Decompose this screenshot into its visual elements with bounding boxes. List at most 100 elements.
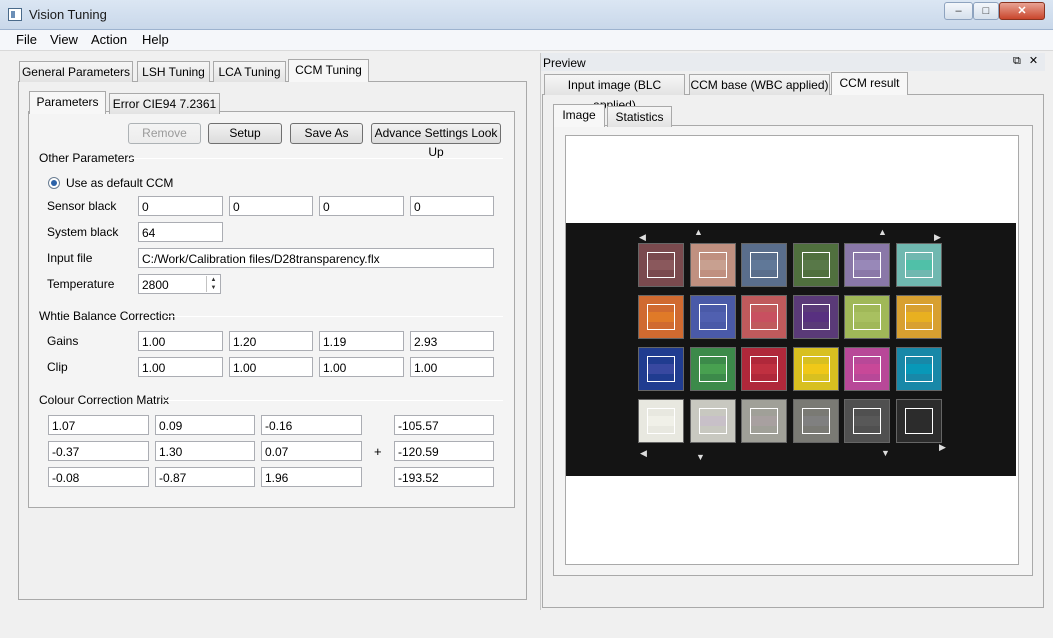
wb-title: Whtie Balance Correction [39, 309, 176, 323]
color-patch [689, 347, 736, 391]
ccm-cell[interactable]: -0.08 [48, 467, 149, 487]
patch-roi [853, 356, 881, 382]
patch-roi [853, 304, 881, 330]
triangle-marker-icon: ◀ [640, 448, 647, 458]
color-patch [638, 295, 684, 339]
patch-roi [853, 252, 881, 278]
triangle-marker-icon: ▼ [696, 452, 705, 462]
patch-roi [904, 304, 933, 330]
plus-sign: + [374, 444, 382, 459]
maximize-button[interactable]: □ [973, 2, 999, 20]
advance-settings-button[interactable]: Advance Settings Look Up [371, 123, 501, 159]
clip-field-2[interactable]: 1.00 [229, 357, 313, 377]
ccm-cell[interactable]: 0.07 [261, 441, 362, 461]
ccm-cell[interactable]: -0.37 [48, 441, 149, 461]
gain-field-3[interactable]: 1.19 [319, 331, 404, 351]
menu-action[interactable]: Action [91, 32, 127, 47]
spin-down-icon[interactable]: ▼ [207, 284, 220, 292]
preview-titlebar [541, 53, 1045, 71]
system-black-field[interactable]: 64 [138, 222, 223, 242]
sensor-black-field-2[interactable]: 0 [229, 196, 313, 216]
group-divider [130, 158, 503, 159]
ccm-offset[interactable]: -193.52 [394, 467, 494, 487]
menu-view[interactable]: View [50, 32, 78, 47]
patch-roi [698, 408, 727, 434]
triangle-marker-icon: ▲ [878, 227, 887, 237]
remove-button[interactable]: Remove [128, 123, 201, 144]
color-patch [741, 243, 787, 287]
clip-label: Clip [47, 360, 68, 374]
tab-image[interactable]: Image [553, 104, 605, 127]
ccm-cell[interactable]: 0.09 [155, 415, 255, 435]
group-divider [165, 316, 503, 317]
spin-up-icon[interactable]: ▲ [207, 276, 220, 284]
patch-roi [698, 356, 727, 382]
restore-icon[interactable]: ⧉ [1013, 55, 1021, 67]
ccm-title: Colour Correction Matrix [39, 393, 170, 407]
tab-ccm-tuning[interactable]: CCM Tuning [288, 59, 369, 82]
temperature-stepper[interactable]: ▲ ▼ [206, 276, 220, 292]
menu-file[interactable]: File [16, 32, 37, 47]
ccm-offset[interactable]: -120.59 [394, 441, 494, 461]
input-file-label: Input file [47, 251, 93, 265]
patch-roi [801, 252, 830, 278]
tab-statistics[interactable]: Statistics [607, 106, 672, 127]
input-file-field[interactable]: C:/Work/Calibration files/D28transparenc… [138, 248, 494, 268]
color-patch [741, 399, 787, 443]
color-patch [638, 243, 684, 287]
minimize-button[interactable]: – [944, 2, 973, 20]
triangle-marker-icon: ◀ [639, 232, 646, 242]
tab-ccm-base[interactable]: CCM base (WBC applied) [689, 74, 830, 95]
patch-roi [801, 356, 830, 382]
color-patch [741, 347, 787, 391]
color-patch [844, 295, 890, 339]
patch-roi [801, 408, 830, 434]
gain-field-4[interactable]: 2.93 [410, 331, 494, 351]
ccm-offset[interactable]: -105.57 [394, 415, 494, 435]
menu-help[interactable]: Help [142, 32, 169, 47]
preview-title: Preview [543, 56, 586, 70]
patch-roi [647, 252, 675, 278]
tab-ccm-result[interactable]: CCM result [831, 72, 908, 95]
tab-lca-tuning[interactable]: LCA Tuning [213, 61, 286, 82]
triangle-marker-icon: ▲ [694, 227, 703, 237]
patch-roi [904, 408, 933, 434]
tab-lsh-tuning[interactable]: LSH Tuning [137, 61, 210, 82]
ccm-cell[interactable]: 1.30 [155, 441, 255, 461]
tab-input-image[interactable]: Input image (BLC applied) [544, 74, 685, 112]
sensor-black-field-3[interactable]: 0 [319, 196, 404, 216]
color-patch [895, 399, 942, 443]
group-divider [163, 400, 503, 401]
close-icon[interactable]: ✕ [1029, 55, 1038, 67]
color-patch [741, 295, 787, 339]
tab-general-parameters[interactable]: General Parameters [19, 61, 133, 82]
sensor-black-field-1[interactable]: 0 [138, 196, 223, 216]
gains-label: Gains [47, 334, 79, 348]
ccm-cell[interactable]: 1.96 [261, 467, 362, 487]
clip-field-1[interactable]: 1.00 [138, 357, 223, 377]
gain-field-2[interactable]: 1.20 [229, 331, 313, 351]
clip-field-3[interactable]: 1.00 [319, 357, 404, 377]
color-patch [689, 295, 736, 339]
color-patch [792, 243, 839, 287]
ccm-cell[interactable]: -0.87 [155, 467, 255, 487]
triangle-marker-icon: ▶ [934, 232, 941, 242]
close-window-button[interactable]: ✕ [999, 2, 1045, 20]
default-ccm-radio[interactable] [48, 177, 60, 189]
clip-field-4[interactable]: 1.00 [410, 357, 494, 377]
ccm-cell[interactable]: -0.16 [261, 415, 362, 435]
setup-button[interactable]: Setup [208, 123, 282, 144]
tab-parameters[interactable]: Parameters [29, 91, 106, 114]
window-title: Vision Tuning [29, 7, 107, 22]
patch-roi [904, 252, 933, 278]
patch-roi [647, 304, 675, 330]
ccm-cell[interactable]: 1.07 [48, 415, 149, 435]
tab-error-cie94[interactable]: Error CIE94 7.2361 [109, 93, 220, 114]
patch-roi [750, 252, 778, 278]
patch-roi [801, 304, 830, 330]
color-checker-image: ◀ ▲ ▲ ▶ ◀ ▼ ▼ ▶ [566, 223, 1016, 476]
sensor-black-field-4[interactable]: 0 [410, 196, 494, 216]
save-as-button[interactable]: Save As [290, 123, 363, 144]
gain-field-1[interactable]: 1.00 [138, 331, 223, 351]
color-patch [844, 399, 890, 443]
